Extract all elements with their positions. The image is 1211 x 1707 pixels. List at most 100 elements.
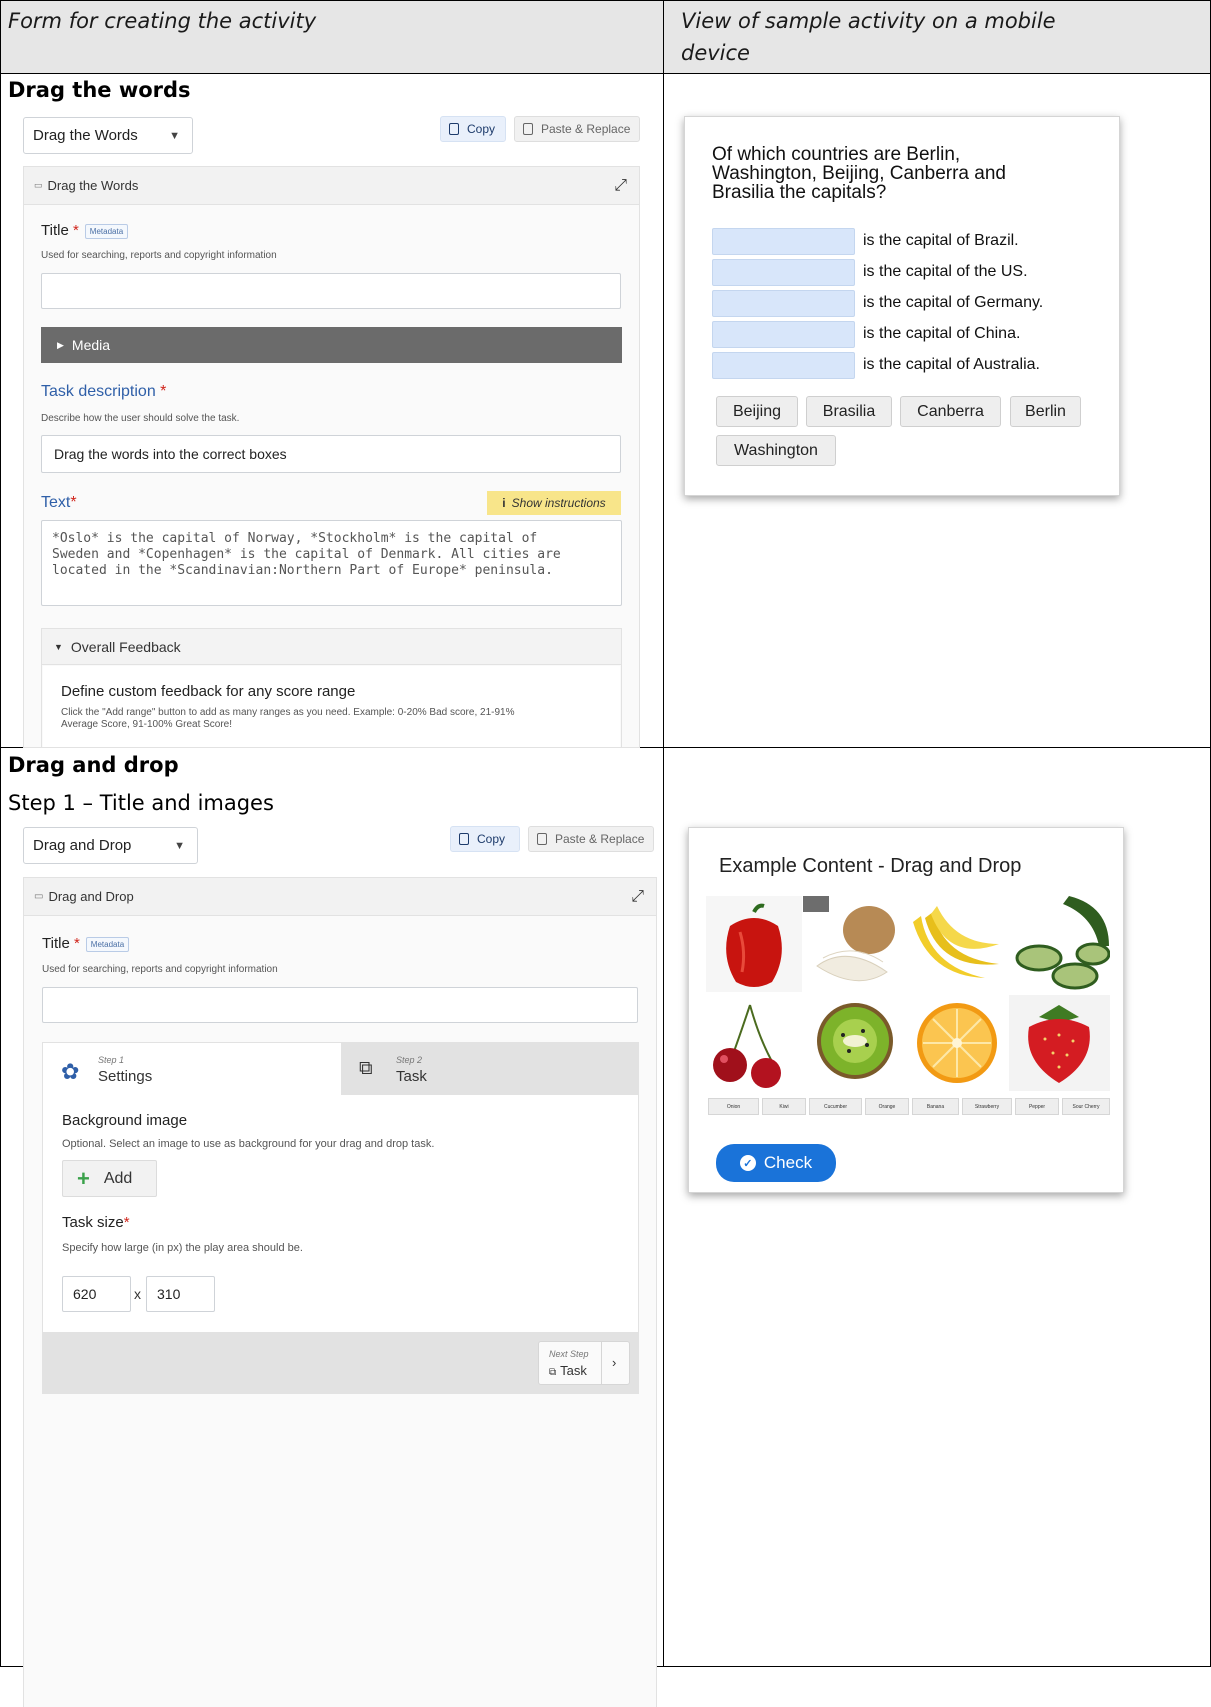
feedback-title: Define custom feedback for any score ran… xyxy=(61,683,356,700)
cucumber-image[interactable] xyxy=(1009,896,1110,992)
question-line1: Of which countries are Berlin, xyxy=(712,144,961,165)
caret-right-icon: ▶ xyxy=(57,339,64,350)
task-icon: ⧉ xyxy=(359,1058,373,1079)
header-right-line1: View of sample activity on a mobile xyxy=(681,9,1056,33)
header-left: Form for creating the activity xyxy=(8,9,317,33)
drag-drop-icon: ▭ xyxy=(34,891,44,902)
drop-slot[interactable] xyxy=(712,321,855,348)
step2-small: Step 2 xyxy=(396,1055,423,1065)
header-right-line2: device xyxy=(681,41,750,65)
task-description-input[interactable]: Drag the words into the correct boxes xyxy=(41,435,621,473)
word-chip[interactable]: Berlin xyxy=(1010,396,1081,427)
metadata-button[interactable]: Metadata xyxy=(85,936,130,952)
strawberry-image[interactable] xyxy=(1009,995,1110,1091)
title-description: Used for searching, reports and copyrigh… xyxy=(41,250,277,261)
copy-icon xyxy=(449,123,459,135)
word-chip[interactable]: Brasilia xyxy=(806,396,892,427)
check-button[interactable]: ✓ Check xyxy=(716,1144,836,1182)
sentence-1: is the capital of Brazil. xyxy=(863,232,1019,249)
label-chip[interactable]: Cucumber xyxy=(809,1098,862,1115)
label-chip[interactable]: Pepper xyxy=(1015,1098,1059,1115)
content-type-select[interactable]: Drag and Drop ▼ xyxy=(23,827,198,864)
times-sign: x xyxy=(134,1286,141,1302)
word-chip[interactable]: Beijing xyxy=(716,396,798,427)
task-size-label: Task size* xyxy=(62,1214,130,1231)
task-width-input[interactable]: 620 xyxy=(62,1276,131,1312)
title-label: Title * Metadata xyxy=(42,935,130,952)
content-type-select[interactable]: Drag the Words ▼ xyxy=(23,117,193,154)
drop-slot[interactable] xyxy=(712,290,855,317)
cherry-image[interactable] xyxy=(706,995,802,1091)
section-subtitle: Step 1 – Title and images xyxy=(8,791,274,815)
task-height-input[interactable]: 310 xyxy=(146,1276,215,1312)
tab-task[interactable] xyxy=(341,1043,638,1095)
feedback-help-line1: Click the "Add range" button to add as m… xyxy=(61,707,515,718)
sentence-3: is the capital of Germany. xyxy=(863,294,1044,311)
paste-replace-button[interactable]: Paste & Replace xyxy=(528,826,654,852)
chevron-right-icon: › xyxy=(612,1355,617,1370)
metadata-button[interactable]: Metadata xyxy=(84,223,129,239)
sentence-5: is the capital of Australia. xyxy=(863,356,1040,373)
panel-header: ▭ Drag and Drop ⤢ xyxy=(24,878,656,916)
label-chip[interactable]: Orange xyxy=(865,1098,909,1115)
copy-button[interactable]: Copy xyxy=(440,116,506,142)
section-title-drag-words: Drag the words xyxy=(8,78,191,102)
label-chip[interactable]: Banana xyxy=(912,1098,959,1115)
label-chip[interactable]: Onion xyxy=(708,1098,759,1115)
step2-label: Task xyxy=(396,1068,427,1085)
overall-feedback-toggle[interactable]: ▼ Overall Feedback xyxy=(42,629,621,665)
question-line3: Brasilia the capitals? xyxy=(712,182,887,203)
feedback-help-line2: Average Score, 91-100% Great Score! xyxy=(61,719,233,730)
title-description: Used for searching, reports and copyrigh… xyxy=(42,964,278,975)
media-toggle[interactable]: ▶ Media xyxy=(41,327,622,363)
title-input[interactable] xyxy=(42,987,638,1023)
kiwi-image[interactable] xyxy=(803,995,906,1091)
expand-icon[interactable]: ⤢ xyxy=(631,888,644,906)
chevron-down-icon: ▼ xyxy=(174,839,185,852)
task-size-help: Specify how large (in px) the play area … xyxy=(62,1242,303,1254)
banana-image[interactable] xyxy=(907,896,1008,992)
chevron-down-icon: ▼ xyxy=(169,129,180,142)
label-chip[interactable]: Kiwi xyxy=(762,1098,806,1115)
drag-drop-title: Example Content - Drag and Drop xyxy=(719,855,1022,877)
expand-icon[interactable]: ⤢ xyxy=(614,177,627,195)
background-image-label: Background image xyxy=(62,1112,188,1129)
background-image-help: Optional. Select an image to use as back… xyxy=(62,1138,435,1150)
text-textarea[interactable]: *Oslo* is the capital of Norway, *Stockh… xyxy=(41,520,622,606)
word-chip[interactable]: Canberra xyxy=(900,396,1001,427)
gear-icon: ✿ xyxy=(61,1059,80,1084)
copy-button[interactable]: Copy xyxy=(450,826,520,852)
paste-icon xyxy=(537,833,547,845)
label-chip[interactable]: Sour Cherry xyxy=(1062,1098,1110,1115)
copy-icon xyxy=(459,833,469,845)
orange-image[interactable] xyxy=(907,995,1008,1091)
text-label: Text* xyxy=(41,494,77,511)
panel-header: ▭ Drag the Words ⤢ xyxy=(24,167,639,205)
word-chip[interactable]: Washington xyxy=(716,435,836,466)
label-chip[interactable]: Strawberry xyxy=(962,1098,1012,1115)
section-title-drag-drop: Drag and drop xyxy=(8,753,179,777)
task-description-help: Describe how the user should solve the t… xyxy=(41,413,240,424)
plus-icon: + xyxy=(77,1165,90,1191)
next-step-button[interactable]: Next Step ⧉ Task › xyxy=(538,1341,630,1385)
show-instructions-button[interactable]: i Show instructions xyxy=(487,491,621,515)
info-icon: i xyxy=(502,496,506,510)
onion-image[interactable] xyxy=(803,896,906,992)
paste-icon xyxy=(523,123,533,135)
sentence-4: is the capital of China. xyxy=(863,325,1021,342)
paste-replace-button[interactable]: Paste & Replace xyxy=(514,116,640,142)
pepper-image[interactable] xyxy=(706,896,802,992)
drag-words-icon: ▭ xyxy=(34,180,43,190)
step1-small: Step 1 xyxy=(98,1055,125,1065)
drop-slot[interactable] xyxy=(712,352,855,379)
tab-settings[interactable] xyxy=(43,1043,341,1095)
step1-label: Settings xyxy=(98,1068,153,1085)
task-description-label: Task description * xyxy=(41,383,167,400)
sentence-2: is the capital of the US. xyxy=(863,263,1028,280)
drop-slot[interactable] xyxy=(712,259,855,286)
task-icon: ⧉ xyxy=(549,1367,557,1378)
title-input[interactable] xyxy=(41,273,621,309)
add-image-button[interactable]: + Add xyxy=(62,1160,157,1197)
drop-slot[interactable] xyxy=(712,228,855,255)
document-table: Form for creating the activity View of s… xyxy=(0,0,1211,1707)
